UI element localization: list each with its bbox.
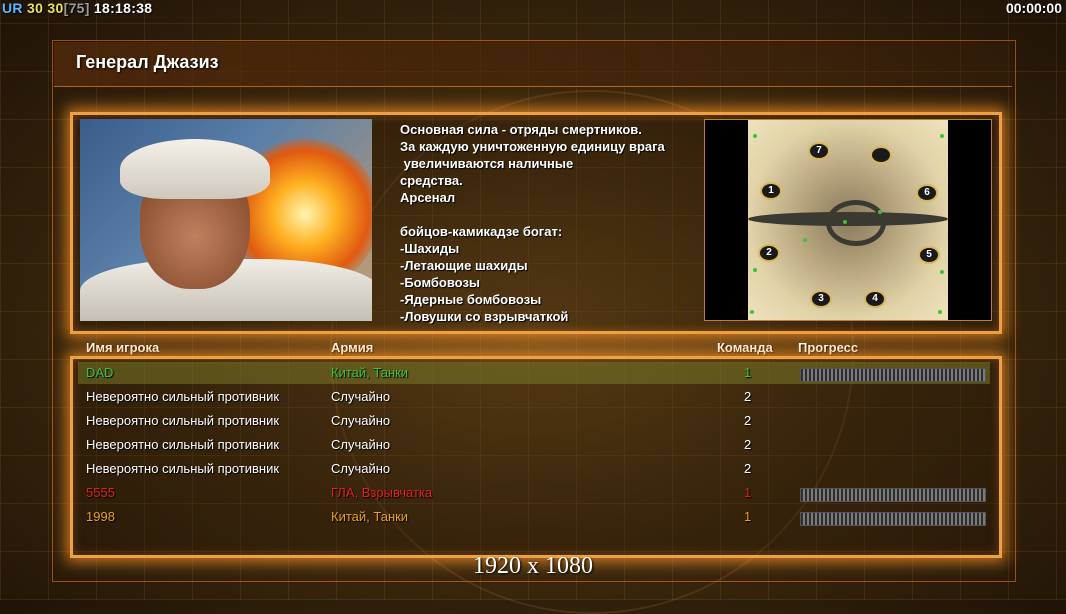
resource-dot: [750, 310, 754, 314]
column-header-army: Армия: [331, 340, 374, 355]
player-row[interactable]: Невероятно сильный противник Случайно 2: [78, 386, 990, 408]
fps-value-2: 30: [47, 0, 64, 16]
description-line: бойцов-камикадзе богат:: [400, 224, 563, 239]
progress-bar: [800, 488, 986, 502]
player-team: 1: [744, 509, 752, 524]
resolution-watermark: 1920 x 1080: [473, 553, 593, 579]
resource-dot: [753, 134, 757, 138]
resource-dot: [753, 268, 757, 272]
column-header-team: Команда: [717, 340, 773, 355]
general-description: Основная сила - отряды смертников. За каж…: [400, 121, 700, 325]
player-name: 1998: [86, 509, 115, 524]
player-army: Случайно: [331, 413, 391, 428]
player-army: ГЛА, Взрывчатка: [331, 485, 433, 500]
system-clock: 18:18:38: [93, 0, 153, 16]
player-team: 1: [744, 365, 752, 380]
description-line: -Бомбовозы: [400, 275, 481, 290]
player-team: 2: [744, 437, 752, 452]
spawn-point-5[interactable]: 5: [918, 246, 940, 264]
description-line: -Ядерные бомбовозы: [400, 292, 542, 307]
resource-dot: [803, 238, 807, 242]
ur-label: UR: [2, 0, 23, 16]
player-name: Невероятно сильный противник: [86, 437, 280, 452]
map-preview[interactable]: 7 1 6 2 5 3 4: [704, 119, 992, 321]
player-row[interactable]: DAD Китай, Танки 1: [78, 362, 990, 384]
player-army: Китай, Танки: [331, 365, 409, 380]
spawn-point-6[interactable]: 6: [916, 184, 938, 202]
player-team: 2: [744, 461, 752, 476]
column-header-name: Имя игрока: [86, 340, 160, 355]
column-header-progress: Прогресс: [798, 340, 859, 355]
player-army: Случайно: [331, 389, 391, 404]
description-line: Арсенал: [400, 190, 456, 205]
bracket-value: [75]: [63, 0, 90, 16]
player-row[interactable]: Невероятно сильный противник Случайно 2: [78, 458, 990, 480]
description-line: Основная сила - отряды смертников.: [400, 122, 642, 137]
resource-dot: [940, 270, 944, 274]
player-team: 2: [744, 389, 752, 404]
spawn-point-7[interactable]: 7: [808, 142, 830, 160]
player-army: Китай, Танки: [331, 509, 409, 524]
player-row[interactable]: 1998 Китай, Танки 1: [78, 506, 990, 528]
general-portrait: [80, 119, 372, 321]
game-timer: 00:00:00: [1005, 0, 1062, 16]
fps-value: 30: [27, 0, 44, 16]
turban-image: [120, 139, 270, 199]
progress-bar: [800, 368, 986, 382]
description-line: -Шахиды: [400, 241, 460, 256]
resource-dot: [843, 220, 847, 224]
resource-dot: [878, 210, 882, 214]
player-name: Невероятно сильный противник: [86, 413, 280, 428]
description-line: -Ловушки со взрывчаткой: [400, 309, 569, 324]
resource-dot: [938, 310, 942, 314]
spawn-point-1[interactable]: 1: [760, 182, 782, 200]
map-terrain: 7 1 6 2 5 3 4: [748, 120, 948, 320]
description-line: -Летающие шахиды: [400, 258, 528, 273]
map-island: [826, 200, 886, 246]
player-name: DAD: [86, 365, 114, 380]
page-title: Генерал Джазиз: [76, 52, 219, 72]
description-line: средства.: [400, 173, 463, 188]
player-row[interactable]: Невероятно сильный противник Случайно 2: [78, 434, 990, 456]
spawn-point-2[interactable]: 2: [758, 244, 780, 262]
spawn-point-empty[interactable]: [870, 146, 892, 164]
player-name: 5555: [86, 485, 115, 500]
status-overlay: UR 30 30[75] 18:18:38: [2, 0, 152, 16]
player-row[interactable]: Невероятно сильный противник Случайно 2: [78, 410, 990, 432]
resource-dot: [940, 134, 944, 138]
player-team: 2: [744, 413, 752, 428]
player-team: 1: [744, 485, 752, 500]
player-army: Случайно: [331, 461, 391, 476]
player-row[interactable]: 5555 ГЛА, Взрывчатка 1: [78, 482, 990, 504]
description-line: увеличиваются наличные: [400, 156, 574, 171]
description-line: За каждую уничтоженную единицу врага: [400, 139, 665, 154]
spawn-point-3[interactable]: 3: [810, 290, 832, 308]
description-line: [400, 206, 700, 223]
player-army: Случайно: [331, 437, 391, 452]
progress-bar: [800, 512, 986, 526]
player-name: Невероятно сильный противник: [86, 461, 280, 476]
player-name: Невероятно сильный противник: [86, 389, 280, 404]
spawn-point-4[interactable]: 4: [864, 290, 886, 308]
